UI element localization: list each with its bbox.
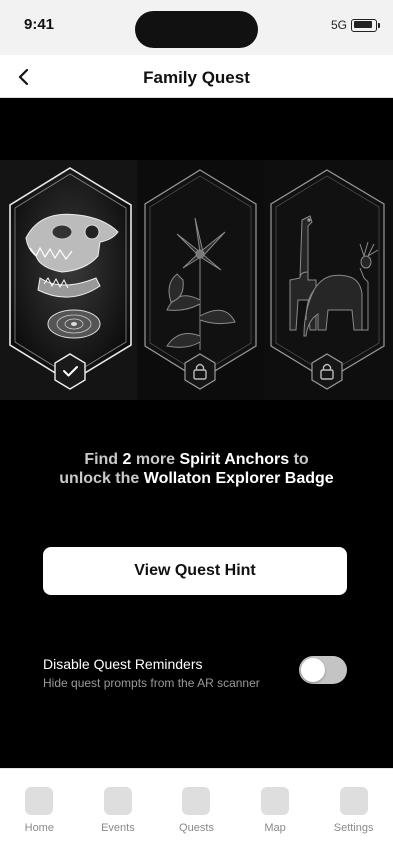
progress-middle: more [135, 451, 176, 468]
disable-reminders-setting: Disable Quest Reminders Hide quest promp… [43, 654, 347, 694]
page-title: Family Quest [143, 68, 250, 87]
tab-label: Quests [179, 822, 214, 834]
setting-label: Disable Quest Reminders [43, 656, 203, 672]
status-indicators: 5G [330, 18, 380, 32]
ammonite-fossil-illustration [47, 309, 101, 339]
tab-events[interactable]: Events [79, 769, 158, 852]
progress-line2-prefix: unlock the [59, 470, 140, 487]
quests-icon [182, 787, 211, 815]
nav-bar: Family Quest [0, 55, 393, 98]
events-icon [103, 787, 132, 815]
quest-progress-text: Find 2 more Spirit Anchors to unlock the… [20, 450, 373, 488]
quest-main: Find 2 more Spirit Anchors to unlock the… [0, 98, 393, 768]
setting-description: Hide quest prompts from the AR scanner [43, 676, 260, 690]
tab-label: Map [264, 822, 286, 834]
anchor-card-flower[interactable] [137, 160, 264, 400]
anchor-card-animals[interactable] [264, 160, 393, 400]
anchor-card-dinosaur[interactable] [0, 160, 137, 400]
tab-bar: Home Events Quests Map Settings [0, 768, 393, 852]
status-bar: 9:41 5G [0, 0, 393, 55]
tab-label: Home [24, 822, 54, 834]
home-icon [25, 787, 54, 815]
tab-map[interactable]: Map [236, 769, 315, 852]
view-quest-hint-button[interactable]: View Quest Hint [43, 547, 347, 595]
anchor-gallery [0, 160, 393, 400]
network-label: 5G [330, 18, 347, 32]
tab-home[interactable]: Home [0, 769, 79, 852]
disable-reminders-toggle[interactable] [299, 656, 347, 684]
progress-prefix: Find [84, 451, 119, 468]
tab-settings[interactable]: Settings [314, 769, 393, 852]
status-time: 9:41 [24, 16, 55, 33]
tab-label: Settings [333, 822, 374, 834]
progress-count: 2 [122, 451, 132, 468]
map-icon [261, 787, 290, 815]
progress-item: Spirit Anchors [179, 451, 290, 468]
progress-to: to [293, 451, 309, 468]
tab-label: Events [101, 822, 135, 834]
dynamic-island [135, 11, 258, 48]
tab-quests[interactable]: Quests [157, 769, 236, 852]
battery-icon [351, 18, 380, 32]
toggle-knob [301, 658, 325, 682]
settings-icon [339, 787, 368, 815]
progress-badge-name: Wollaton Explorer Badge [143, 470, 334, 487]
